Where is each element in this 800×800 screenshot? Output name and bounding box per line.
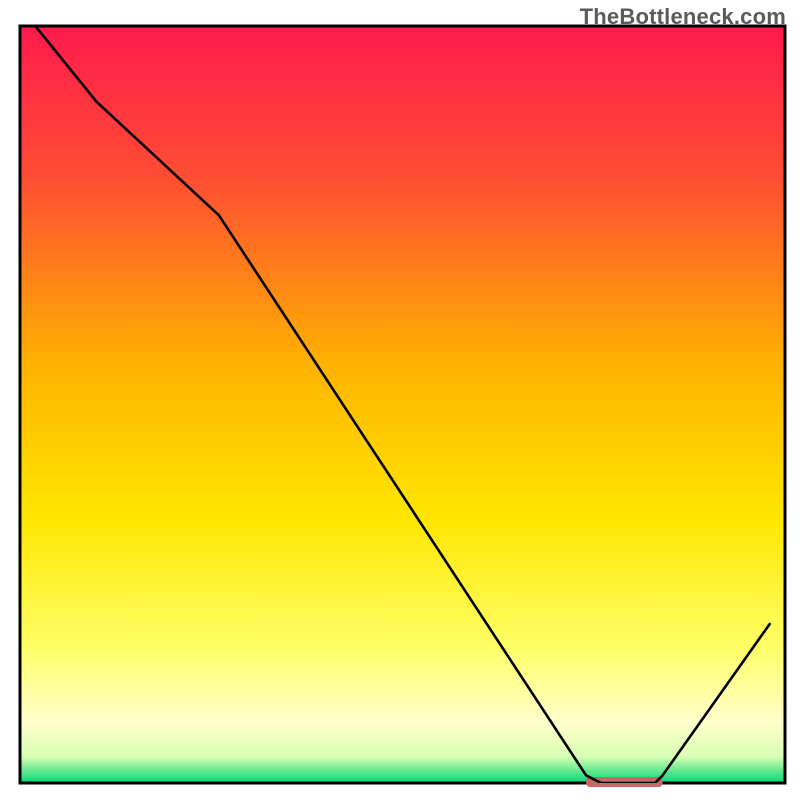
watermark-text: TheBottleneck.com bbox=[580, 4, 786, 30]
chart-container: TheBottleneck.com bbox=[0, 0, 800, 800]
gradient-background bbox=[20, 26, 785, 783]
bottleneck-chart bbox=[0, 0, 800, 800]
